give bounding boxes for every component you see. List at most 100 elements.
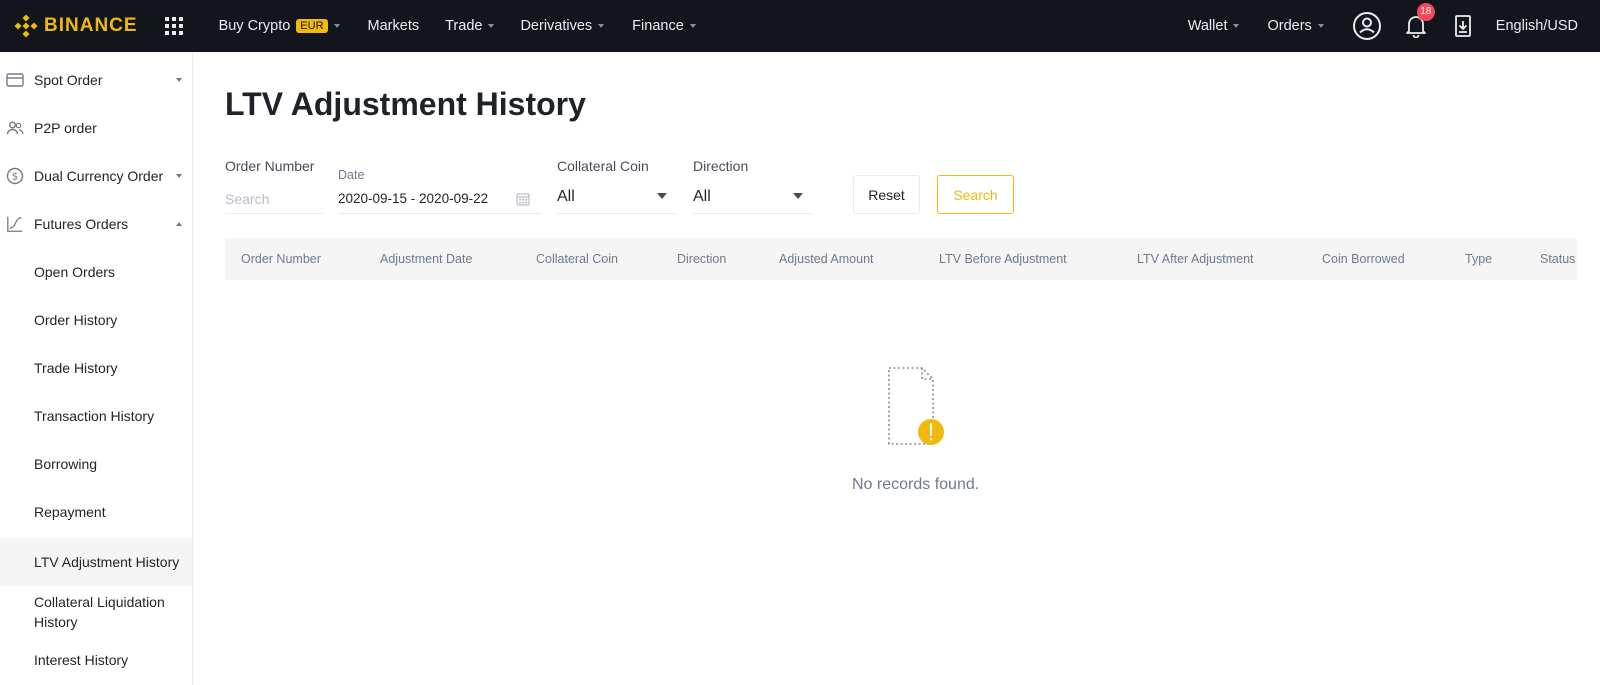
direction-select[interactable]: All [693, 180, 813, 214]
sidebar-item-p2p-order[interactable]: P2P order [0, 110, 192, 146]
binance-logo-icon [14, 14, 38, 38]
column-type: Type [1465, 252, 1493, 266]
direction-value: All [693, 187, 711, 205]
user-icon [1352, 12, 1381, 40]
currency-badge: EUR [296, 19, 328, 33]
sidebar-item-spot-order[interactable]: Spot Order [0, 62, 192, 98]
nav-finance-label: Finance [632, 18, 684, 34]
sidebar-item-order-history[interactable]: Order History [0, 302, 192, 338]
language-label: English/USD [1495, 18, 1578, 34]
chevron-down-icon [176, 174, 182, 178]
reset-button[interactable]: Reset [853, 175, 920, 214]
column-collateral-coin: Collateral Coin [536, 252, 618, 266]
chevron-down-icon [689, 24, 696, 28]
nav-wallet[interactable]: Wallet [1188, 0, 1240, 52]
column-adjustment-date: Adjustment Date [380, 252, 473, 266]
column-status: Status [1540, 252, 1576, 266]
nav-orders[interactable]: Orders [1267, 0, 1324, 52]
collateral-coin-select[interactable]: All [557, 180, 677, 214]
sidebar-item-ltv-adjustment-history[interactable]: LTV Adjustment History [0, 538, 192, 586]
nav-orders-label: Orders [1267, 18, 1312, 34]
download-app-button[interactable] [1454, 0, 1472, 52]
nav-buy-crypto-label: Buy Crypto [218, 18, 291, 34]
nav-derivatives-label: Derivatives [520, 18, 593, 34]
empty-state-message: No records found. [852, 476, 980, 493]
dollar-coin-icon: $ [6, 167, 24, 185]
notification-count-badge: 18 [1416, 3, 1435, 21]
language-currency-selector[interactable]: English/USD [1496, 0, 1578, 52]
sidebar-item-label: Collateral Liquidation History [34, 594, 165, 630]
page-title: LTV Adjustment History [225, 86, 586, 122]
direction-label: Direction [693, 158, 749, 174]
futures-chart-icon [6, 215, 24, 233]
sidebar-item-label: Transaction History [34, 408, 155, 424]
chevron-down-icon [598, 24, 605, 28]
sidebar-item-label: Borrowing [34, 456, 98, 472]
column-adjusted-amount: Adjusted Amount [779, 252, 874, 266]
chevron-down-icon [793, 193, 803, 199]
sidebar-item-label: Repayment [34, 504, 106, 520]
order-number-search-input[interactable]: Search [225, 184, 322, 214]
sidebar-item-label: Open Orders [34, 264, 115, 280]
sidebar-item-label: Trade History [34, 360, 118, 376]
no-records-file-icon [888, 367, 944, 445]
top-navbar: BINANCE Buy Crypto EUR Markets Trade Der… [0, 0, 1600, 52]
sidebar-item-futures-orders[interactable]: Futures Orders [0, 206, 192, 242]
nav-trade[interactable]: Trade [445, 0, 495, 52]
column-ltv-after-adjustment: LTV After Adjustment [1137, 252, 1254, 266]
user-account-button[interactable] [1352, 0, 1382, 52]
sidebar-item-label: Interest History [34, 652, 129, 668]
sidebar-item-dual-currency-order[interactable]: $ Dual Currency Order [0, 158, 192, 194]
sidebar-item-label: Order History [34, 312, 118, 328]
sidebar: Spot Order P2P order $ Dual Currency Ord… [0, 52, 193, 685]
nav-finance[interactable]: Finance [632, 0, 696, 52]
column-coin-borrowed: Coin Borrowed [1322, 252, 1405, 266]
chevron-down-icon [657, 193, 667, 199]
top-right-nav: Wallet Orders 18 English/USD [1188, 0, 1600, 52]
sidebar-item-trade-history[interactable]: Trade History [0, 350, 192, 386]
sidebar-item-borrowing[interactable]: Borrowing [0, 446, 192, 482]
nav-trade-label: Trade [445, 18, 483, 34]
chevron-down-icon [1233, 24, 1240, 28]
date-range-value: 2020-09-15 - 2020-09-22 [338, 191, 489, 206]
nav-derivatives[interactable]: Derivatives [520, 0, 605, 52]
brand-name: BINANCE [44, 15, 138, 36]
wallet-icon [6, 71, 24, 89]
table-header: Order Number Adjustment Date Collateral … [225, 238, 1577, 280]
date-label: Date [338, 168, 365, 182]
sidebar-item-label: Futures Orders [34, 216, 129, 232]
sidebar-item-repayment[interactable]: Repayment [0, 494, 192, 530]
sidebar-item-open-orders[interactable]: Open Orders [0, 254, 192, 290]
order-number-label: Order Number [225, 158, 315, 174]
chevron-down-icon [1317, 24, 1324, 28]
chevron-down-icon [333, 24, 340, 28]
chevron-down-icon [488, 24, 495, 28]
sidebar-item-transaction-history[interactable]: Transaction History [0, 398, 192, 434]
download-icon [1454, 15, 1471, 37]
collateral-coin-value: All [557, 187, 575, 205]
column-direction: Direction [677, 252, 727, 266]
nav-wallet-label: Wallet [1187, 18, 1228, 34]
calendar-icon [516, 193, 530, 206]
column-order-number: Order Number [241, 252, 321, 266]
nav-buy-crypto[interactable]: Buy Crypto EUR [219, 0, 340, 52]
chevron-up-icon [176, 222, 182, 226]
svg-text:$: $ [12, 172, 18, 183]
date-range-picker[interactable]: 2020-09-15 - 2020-09-22 [338, 184, 542, 214]
sidebar-item-label: LTV Adjustment History [34, 554, 180, 570]
sidebar-item-label: P2P order [34, 120, 97, 136]
column-ltv-before-adjustment: LTV Before Adjustment [939, 252, 1067, 266]
sidebar-item-label: Dual Currency Order [34, 168, 164, 184]
brand-logo[interactable]: BINANCE [14, 0, 138, 52]
nav-markets-label: Markets [367, 18, 420, 34]
order-number-placeholder: Search [225, 190, 270, 207]
chevron-down-icon [176, 78, 182, 82]
sidebar-item-interest-history[interactable]: Interest History [0, 642, 192, 678]
collateral-coin-label: Collateral Coin [557, 158, 649, 174]
apps-grid-icon[interactable] [164, 17, 183, 35]
notifications-button[interactable]: 18 [1404, 0, 1435, 52]
nav-markets[interactable]: Markets [368, 0, 420, 52]
sidebar-item-label: Spot Order [34, 72, 103, 88]
search-button[interactable]: Search [937, 175, 1014, 214]
sidebar-item-collateral-liquidation-history[interactable]: Collateral Liquidation History [0, 588, 192, 636]
